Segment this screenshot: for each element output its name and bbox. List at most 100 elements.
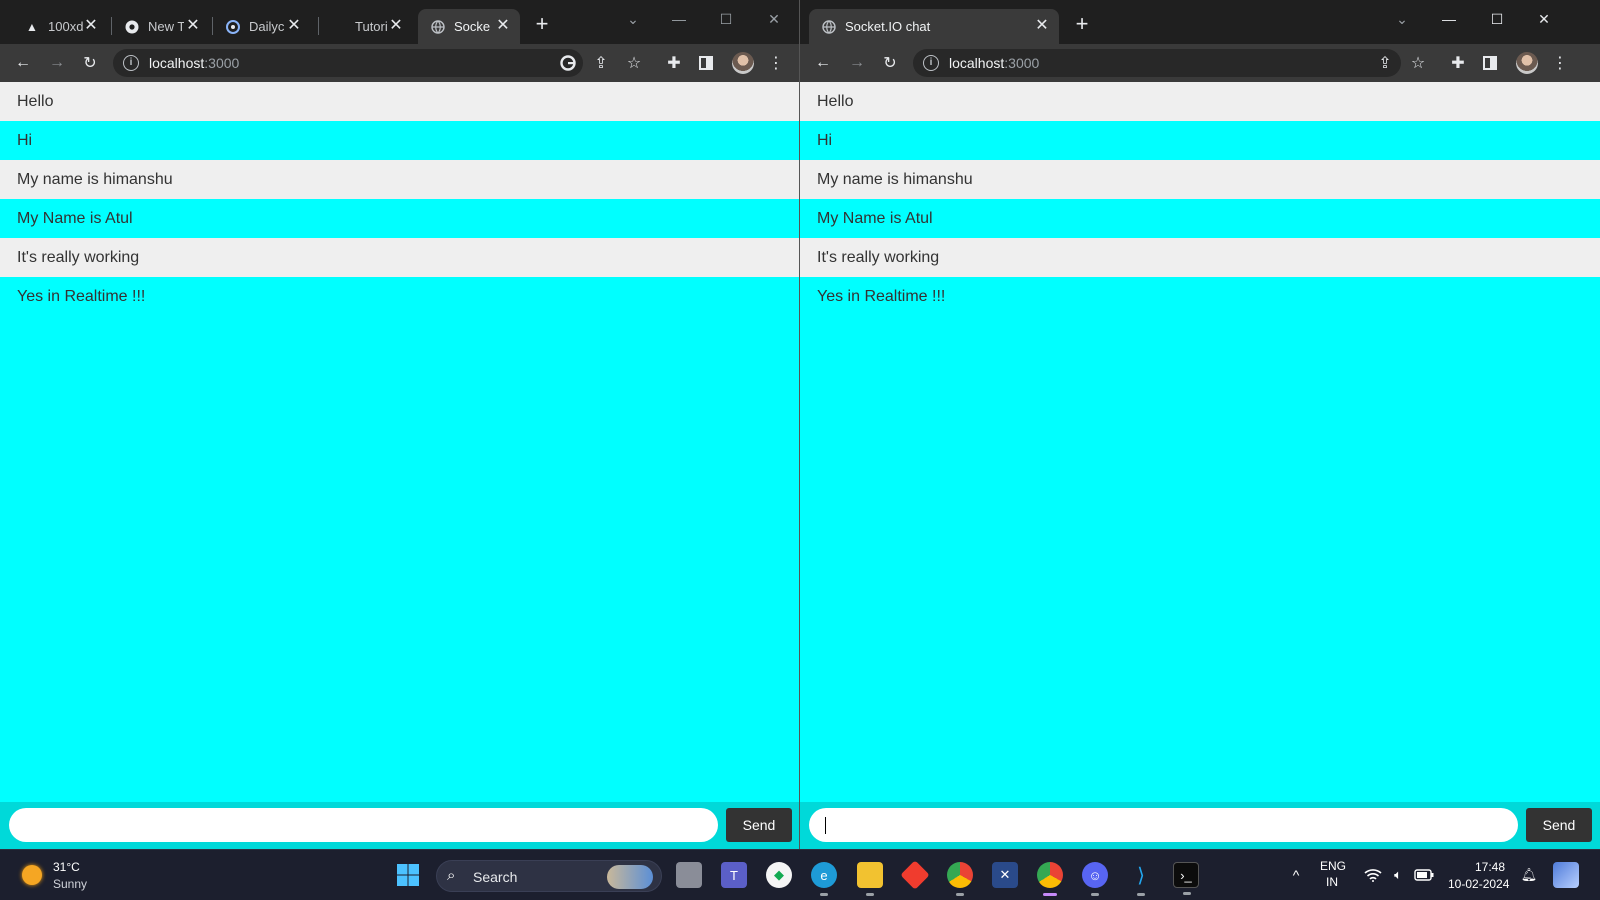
desktop: ▲ 100xd ✕ New T ✕ Dailyc ✕ Tutori ✕ Sock… (0, 0, 1600, 900)
language-line1[interactable]: ENG (1320, 859, 1346, 873)
vscode-icon[interactable]: ⟩ (1128, 862, 1154, 896)
message-item: My name is himanshu (800, 160, 1600, 199)
tab-title: Dailyc (249, 19, 285, 34)
close-icon[interactable]: ✕ (184, 17, 202, 35)
extensions-puzzle-icon[interactable]: ✚ (1446, 51, 1470, 75)
back-arrow-icon[interactable]: ← (11, 51, 35, 75)
clock-time[interactable]: 17:48 (1475, 860, 1505, 874)
close-icon[interactable]: ✕ (82, 17, 100, 35)
message-item: Yes in Realtime !!! (0, 277, 799, 316)
tab-title: New T (148, 19, 184, 34)
sun-icon[interactable] (22, 865, 42, 885)
send-button[interactable]: Send (1526, 808, 1592, 842)
tab-100xdevs[interactable]: ▲ 100xd ✕ (12, 9, 108, 44)
tab-new-tab[interactable]: New T ✕ (112, 9, 210, 44)
chrome-icon[interactable] (947, 862, 973, 896)
close-window-button[interactable]: ✕ (1529, 6, 1559, 32)
tab-socketio-active[interactable]: Socke ✕ (418, 9, 520, 44)
tab-dailycode[interactable]: Dailyc ✕ (213, 9, 311, 44)
close-icon[interactable]: ✕ (387, 17, 405, 35)
chrome-profile-icon[interactable] (1037, 862, 1063, 896)
mongodb-compass-icon[interactable]: ◆ (766, 862, 792, 888)
forward-arrow-icon[interactable]: → (845, 51, 869, 75)
extensions-puzzle-icon[interactable]: ✚ (662, 51, 686, 75)
more-menu-icon[interactable]: ⋮ (1548, 51, 1572, 75)
send-button[interactable]: Send (726, 808, 792, 842)
close-icon[interactable]: ✕ (494, 17, 512, 35)
message-list: Hello Hi My name is himanshu My Name is … (800, 82, 1600, 316)
taskbar-search[interactable]: ⌕ Search (436, 860, 662, 892)
tab-tutorial[interactable]: Tutori ✕ (319, 9, 413, 44)
folder-icon[interactable] (857, 862, 883, 896)
vpn-icon[interactable]: ✕ (992, 862, 1018, 888)
teams-icon[interactable]: T (721, 862, 747, 888)
more-menu-icon[interactable]: ⋮ (764, 51, 788, 75)
profile-avatar[interactable] (1516, 52, 1538, 74)
tab-strip: ▲ 100xd ✕ New T ✕ Dailyc ✕ Tutori ✕ Sock… (0, 0, 799, 44)
git-icon[interactable] (900, 860, 930, 890)
address-bar[interactable]: i localhost:3000 (113, 49, 583, 77)
notification-bell-icon[interactable]: 🔔︎ (1516, 862, 1542, 888)
message-input[interactable] (809, 808, 1518, 842)
terminal-icon[interactable]: ›_ (1173, 862, 1199, 895)
message-input[interactable] (9, 808, 718, 842)
browser-toolbar: ← → ↻ i localhost:3000 ⇪ ☆ ✚ ⋮ (800, 44, 1600, 82)
running-indicator (956, 893, 964, 896)
profile-avatar[interactable] (732, 52, 754, 74)
forward-arrow-icon[interactable]: → (45, 51, 69, 75)
running-indicator (1137, 893, 1145, 896)
site-info-icon[interactable]: i (123, 55, 139, 71)
url-text: localhost:3000 (149, 55, 240, 71)
minimize-button[interactable]: — (1434, 6, 1464, 32)
task-view-icon[interactable] (676, 862, 702, 888)
search-label: Search (473, 869, 518, 885)
maximize-button[interactable]: ☐ (1482, 6, 1512, 32)
new-tab-button[interactable]: + (1070, 13, 1094, 37)
side-panel-icon[interactable] (1478, 51, 1502, 75)
close-icon[interactable]: ✕ (1033, 17, 1051, 35)
google-lens-icon[interactable] (556, 51, 580, 75)
bookmark-star-icon[interactable]: ☆ (1406, 51, 1430, 75)
reload-icon[interactable]: ↻ (878, 51, 902, 75)
message-item: Hello (0, 82, 799, 121)
running-indicator (1183, 892, 1191, 895)
message-item: My Name is Atul (0, 199, 799, 238)
new-tab-button[interactable]: + (530, 13, 554, 37)
back-arrow-icon[interactable]: ← (811, 51, 835, 75)
share-icon[interactable]: ⇪ (589, 51, 613, 75)
minimize-button[interactable]: — (664, 6, 694, 32)
battery-icon[interactable] (1411, 862, 1437, 888)
weather-temperature[interactable]: 31°C (53, 860, 80, 874)
clock-date[interactable]: 10-02-2024 (1448, 877, 1509, 891)
reload-icon[interactable]: ↻ (78, 51, 102, 75)
tab-search-chevron-icon[interactable]: ⌄ (618, 6, 648, 32)
message-item: Hello (800, 82, 1600, 121)
close-icon[interactable]: ✕ (285, 17, 303, 35)
running-indicator (1091, 893, 1099, 896)
tab-socketio-chat-active[interactable]: Socket.IO chat ✕ (809, 9, 1059, 44)
url-text: localhost:3000 (949, 55, 1040, 71)
site-info-icon[interactable]: i (923, 55, 939, 71)
language-line2[interactable]: IN (1326, 875, 1338, 889)
tab-search-chevron-icon[interactable]: ⌄ (1387, 6, 1417, 32)
windows-taskbar: 31°C Sunny ⌕ Search T ◆ e ✕ ☺ ⟩ ›_ ^ ENG… (0, 849, 1600, 900)
maximize-button[interactable]: ☐ (711, 6, 741, 32)
edge-icon[interactable]: e (811, 862, 837, 896)
close-window-button[interactable]: ✕ (759, 6, 789, 32)
address-bar[interactable]: i localhost:3000 (913, 49, 1401, 77)
volume-icon[interactable]: 🔈︎ (1385, 862, 1411, 888)
start-icon[interactable] (395, 862, 421, 888)
wifi-icon[interactable] (1360, 862, 1386, 888)
bookmark-star-icon[interactable]: ☆ (622, 51, 646, 75)
message-item: Hi (800, 121, 1600, 160)
share-icon[interactable]: ⇪ (1373, 51, 1397, 75)
weather-condition[interactable]: Sunny (53, 877, 87, 891)
chevron-up-icon[interactable]: ^ (1283, 862, 1309, 888)
desktop-preview-icon[interactable] (1553, 862, 1579, 888)
discord-icon[interactable]: ☺ (1082, 862, 1108, 896)
message-list: Hello Hi My name is himanshu My Name is … (0, 82, 799, 316)
tutorial-logo-icon (331, 19, 347, 35)
message-item: Hi (0, 121, 799, 160)
side-panel-icon[interactable] (694, 51, 718, 75)
tab-title: Socket.IO chat (845, 19, 931, 34)
